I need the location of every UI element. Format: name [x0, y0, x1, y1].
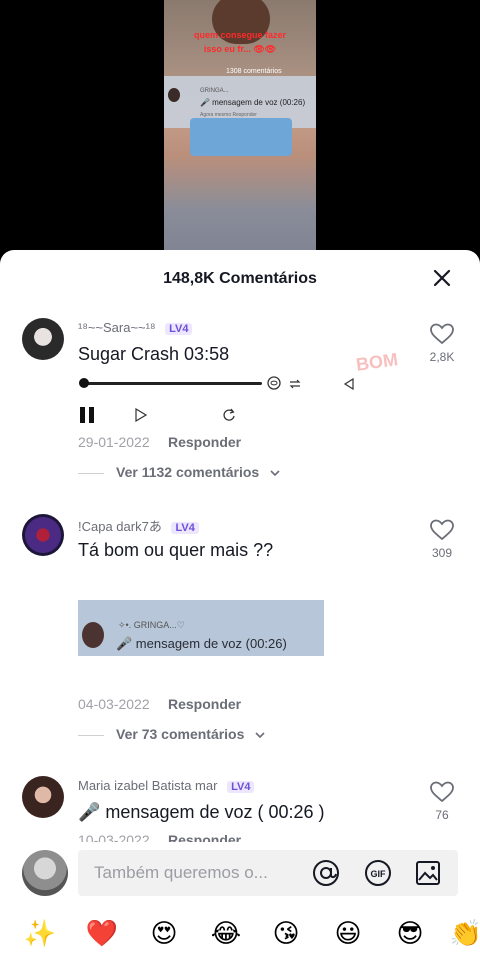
like-button[interactable] — [428, 518, 456, 547]
quote-user: ✧•. GRINGA...♡ — [118, 620, 185, 630]
emoji-kiss[interactable]: 😘 — [266, 918, 306, 948]
video-frame: quem consegue fazer isso eu fr... 👁👁 130… — [164, 0, 316, 262]
level-badge: LV4 — [227, 781, 255, 793]
close-button[interactable] — [430, 266, 454, 290]
video-caption-line-1: quem consegue fazer — [193, 30, 287, 40]
reply-button[interactable]: Responder — [168, 434, 241, 450]
overlay-user: GRINGA... — [200, 88, 229, 94]
my-avatar — [22, 850, 68, 896]
divider — [78, 472, 104, 474]
level-badge: LV4 — [165, 323, 193, 335]
like-count: 76 — [435, 808, 449, 822]
heart-icon — [430, 781, 454, 803]
username-text: !Capa dark7あ — [78, 519, 162, 534]
video-comments-count: 1308 comentários — [226, 68, 282, 75]
chevron-down-icon — [255, 732, 265, 739]
reply-button[interactable]: Responder — [168, 696, 241, 712]
quoted-voice-message: ✧•. GRINGA...♡ 🎤 mensagem de voz (00:26) — [78, 600, 324, 656]
emoji-heart[interactable]: ❤️ — [82, 918, 122, 948]
quote-avatar — [82, 622, 104, 648]
comments-title: 148,8K Comentários — [163, 270, 317, 287]
level-badge: LV4 — [171, 522, 199, 534]
comment-username[interactable]: Maria izabel Batista mar LV4 — [78, 778, 255, 793]
comment-item: Maria izabel Batista mar LV4 🎤 mensagem … — [0, 776, 480, 848]
pause-icon[interactable] — [78, 406, 96, 424]
comment-item: ¹⁸~~Sara~~¹⁸ LV4 Sugar Crash 03:58 BOM 2… — [0, 318, 480, 498]
view-replies-label: Ver 1132 comentários — [116, 464, 260, 480]
view-replies-button[interactable]: Ver 1132 comentários — [78, 464, 281, 480]
comment-text: Tá bom ou quer mais ?? — [78, 540, 274, 560]
like-button[interactable] — [428, 780, 456, 809]
emoji-clap[interactable]: 👏 — [446, 918, 480, 948]
like-button[interactable] — [428, 322, 456, 351]
avatar[interactable] — [22, 318, 64, 360]
heart-icon — [430, 519, 454, 541]
chevron-down-icon — [270, 470, 280, 477]
video-caption-line-2: isso eu fr... 👁👁 — [203, 44, 277, 54]
emoji-sunglasses[interactable]: 😎 — [390, 918, 430, 948]
bom-sticker: BOM — [354, 349, 400, 375]
comment-input[interactable]: Também queremos o... GIF — [78, 850, 458, 896]
comment-username[interactable]: ¹⁸~~Sara~~¹⁸ LV4 — [78, 320, 193, 335]
view-replies-button[interactable]: Ver 73 comentários — [78, 726, 266, 742]
avatar[interactable] — [22, 776, 64, 818]
audio-progress-track[interactable] — [82, 382, 262, 385]
play-icon[interactable] — [134, 408, 148, 422]
video-clothing — [190, 118, 292, 156]
comment-date: 04-03-2022 — [78, 696, 150, 712]
audio-progress-handle[interactable] — [79, 378, 89, 388]
comment-date: 29-01-2022 — [78, 434, 150, 450]
back-icon[interactable] — [343, 378, 355, 390]
overlay-avatar — [168, 88, 180, 102]
video-player[interactable]: quem consegue fazer isso eu fr... 👁👁 130… — [0, 0, 480, 262]
username-text: Maria izabel Batista mar — [78, 778, 218, 793]
divider — [78, 734, 104, 736]
swap-icon[interactable] — [288, 378, 302, 390]
like-count: 309 — [431, 546, 453, 560]
overlay-message: 🎤 mensagem de voz (00:26) — [200, 98, 306, 107]
avatar[interactable] — [22, 514, 64, 556]
image-icon[interactable] — [414, 859, 442, 887]
comment-item: !Capa dark7あ LV4 Tá bom ou quer mais ?? … — [0, 514, 480, 754]
loop-icon[interactable] — [266, 376, 282, 390]
quote-message: 🎤 mensagem de voz (00:26) — [116, 636, 287, 651]
username-text: ¹⁸~~Sara~~¹⁸ — [78, 320, 156, 335]
comment-text: 🎤 mensagem de voz ( 00:26 ) — [78, 802, 325, 822]
emoji-quick-bar: ✨ ❤️ 😍 😂 😘 😃 😎 👏 — [0, 904, 480, 960]
like-count: 2,8K — [429, 350, 455, 364]
comment-username[interactable]: !Capa dark7あ LV4 — [78, 516, 199, 535]
heart-icon — [430, 323, 454, 345]
mention-icon[interactable] — [312, 859, 340, 887]
comment-input-bar: Também queremos o... GIF — [0, 842, 480, 904]
comment-text: Sugar Crash 03:58 — [78, 344, 230, 364]
close-icon — [433, 269, 451, 287]
emoji-heart-eyes[interactable]: 😍 — [144, 918, 184, 948]
svg-text:GIF: GIF — [371, 869, 387, 879]
comment-input-placeholder: Também queremos o... — [94, 863, 268, 882]
view-replies-label: Ver 73 comentários — [116, 726, 245, 742]
emoji-tears-of-joy[interactable]: 😂 — [206, 918, 246, 948]
gif-icon[interactable]: GIF — [364, 859, 392, 887]
emoji-grin[interactable]: 😃 — [328, 918, 368, 948]
emoji-sparkle[interactable]: ✨ — [20, 918, 60, 948]
replay-icon[interactable] — [222, 408, 236, 422]
